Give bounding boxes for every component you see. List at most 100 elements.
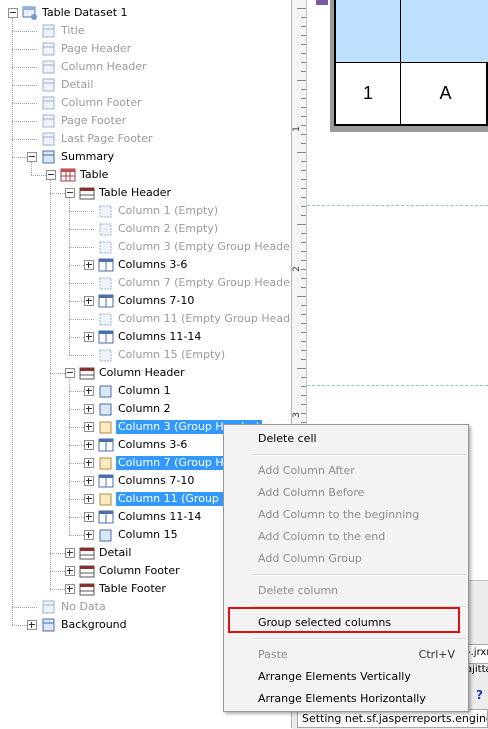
- menu-item-delete-cell[interactable]: Delete cell: [225, 428, 467, 450]
- collapse-toggle-icon[interactable]: [65, 188, 75, 198]
- menu-item-add-column-group[interactable]: Add Column Group: [225, 548, 467, 570]
- ruler-tick: [297, 80, 306, 81]
- menu-item-arrange-elements-vertically[interactable]: Arrange Elements Vertically: [225, 666, 467, 688]
- tree-node[interactable]: Column 15 (Empty): [0, 346, 292, 364]
- menu-item-add-column-to-the-beginning[interactable]: Add Column to the beginning: [225, 504, 467, 526]
- ruler-tick: [301, 125, 306, 126]
- tree-node[interactable]: Columns 3-6: [0, 256, 292, 274]
- tree-node[interactable]: Detail: [0, 76, 292, 94]
- ruler-mark-1: 1: [291, 126, 302, 132]
- tree-node[interactable]: Column 7 (Empty Group Header): [0, 274, 292, 292]
- expand-toggle-icon[interactable]: [84, 404, 94, 414]
- table-section-icon: [79, 545, 95, 561]
- table-section-icon: [79, 185, 95, 201]
- expand-toggle-icon[interactable]: [65, 548, 75, 558]
- band-icon: [41, 23, 57, 39]
- collapse-toggle-icon[interactable]: [65, 368, 75, 378]
- ruler-tick: [301, 62, 306, 63]
- table-data-cell[interactable]: A: [401, 63, 488, 124]
- table-data-cell[interactable]: 1: [336, 63, 401, 124]
- column-group-icon: [98, 293, 114, 309]
- ruler-tick: [301, 404, 306, 405]
- tree-node[interactable]: Column 1 (Empty): [0, 202, 292, 220]
- ruler-tick: [301, 332, 306, 333]
- menu-item-paste[interactable]: Paste Ctrl+V: [225, 644, 467, 666]
- tree-node-label: No Data: [61, 600, 106, 613]
- ruler-tick: [301, 107, 306, 108]
- expand-toggle-icon[interactable]: [84, 440, 94, 450]
- menu-item-label: Arrange Elements Horizontally: [258, 692, 426, 705]
- table-header-cell[interactable]: [401, 0, 488, 63]
- guide-line: [307, 385, 488, 386]
- ruler-tick: [301, 89, 306, 90]
- ruler-tick: [301, 269, 306, 270]
- ruler-tick: [301, 278, 306, 279]
- expand-toggle-icon[interactable]: [84, 494, 94, 504]
- tree-node[interactable]: Column 2: [0, 400, 292, 418]
- file-name-field[interactable]: -.jrxr: [466, 644, 488, 664]
- band-icon: [41, 617, 57, 633]
- tree-node-label: Background: [61, 618, 127, 631]
- cell-icon: [98, 401, 114, 417]
- menu-item-arrange-elements-horizontally[interactable]: Arrange Elements Horizontally: [225, 688, 467, 710]
- ruler-tick: [301, 314, 306, 315]
- table-header-cell[interactable]: [336, 0, 401, 63]
- expand-toggle-icon[interactable]: [84, 386, 94, 396]
- tree-node[interactable]: Page Header: [0, 40, 292, 58]
- tree-node[interactable]: Table Dataset 1: [0, 4, 292, 22]
- tree-node[interactable]: Summary: [0, 148, 292, 166]
- table-section-icon: [79, 581, 95, 597]
- tree-node[interactable]: Column 2 (Empty): [0, 220, 292, 238]
- tree-node-label: Last Page Footer: [61, 132, 153, 145]
- expand-toggle-icon[interactable]: [65, 584, 75, 594]
- help-link[interactable]: ?: [476, 688, 488, 702]
- expand-toggle-icon[interactable]: [84, 260, 94, 270]
- ruler-tick: [301, 323, 306, 324]
- menu-item-label: Arrange Elements Vertically: [258, 670, 411, 683]
- tree-node-label: Column 15 (Empty): [118, 348, 226, 361]
- ruler-tick: [301, 116, 306, 117]
- tree-node[interactable]: Columns 11-14: [0, 328, 292, 346]
- tree-node-label: Summary: [61, 150, 115, 163]
- expand-toggle-icon[interactable]: [84, 458, 94, 468]
- tree-node[interactable]: Column Footer: [0, 94, 292, 112]
- tree-node[interactable]: Column 3 (Empty Group Header): [0, 238, 292, 256]
- menu-item-add-column-before[interactable]: Add Column Before: [225, 482, 467, 504]
- tree-node[interactable]: Last Page Footer: [0, 130, 292, 148]
- expand-toggle-icon[interactable]: [65, 566, 75, 576]
- tree-node[interactable]: Table: [0, 166, 292, 184]
- expand-toggle-icon[interactable]: [84, 476, 94, 486]
- table-element[interactable]: 1 A: [334, 0, 488, 126]
- tree-node[interactable]: Column 1: [0, 382, 292, 400]
- tree-node[interactable]: Column Header: [0, 364, 292, 382]
- ruler-tick: [301, 395, 306, 396]
- tree-node[interactable]: Title: [0, 22, 292, 40]
- tree-node[interactable]: Page Footer: [0, 112, 292, 130]
- ruler-tick: [301, 215, 306, 216]
- tree-node[interactable]: Table Header: [0, 184, 292, 202]
- ruler-tick: [301, 143, 306, 144]
- tree-node[interactable]: Column 11 (Empty Group Header): [0, 310, 292, 328]
- menu-item-add-column-to-the-end[interactable]: Add Column to the end: [225, 526, 467, 548]
- expand-toggle-icon[interactable]: [27, 620, 37, 630]
- menu-item-delete-column[interactable]: Delete column: [225, 580, 467, 602]
- menu-item-label: Add Column to the beginning: [258, 508, 420, 521]
- expand-toggle-icon[interactable]: [84, 296, 94, 306]
- collapse-toggle-icon[interactable]: [46, 170, 56, 180]
- ruler-tick: [301, 35, 306, 36]
- expand-toggle-icon[interactable]: [84, 332, 94, 342]
- collapse-toggle-icon[interactable]: [8, 8, 18, 18]
- ruler-tick: [301, 44, 306, 45]
- ruler-tick: [301, 188, 306, 189]
- group-cell-icon: [98, 491, 114, 507]
- menu-item-add-column-after[interactable]: Add Column After: [225, 460, 467, 482]
- tree-node[interactable]: Columns 7-10: [0, 292, 292, 310]
- table-section-icon: [79, 365, 95, 381]
- tree-node[interactable]: Column Header: [0, 58, 292, 76]
- dataset-icon: [22, 5, 38, 21]
- collapse-toggle-icon[interactable]: [27, 152, 37, 162]
- expand-toggle-icon[interactable]: [84, 512, 94, 522]
- expand-toggle-icon[interactable]: [84, 530, 94, 540]
- expand-toggle-icon[interactable]: [84, 422, 94, 432]
- ruler-tick: [301, 350, 306, 351]
